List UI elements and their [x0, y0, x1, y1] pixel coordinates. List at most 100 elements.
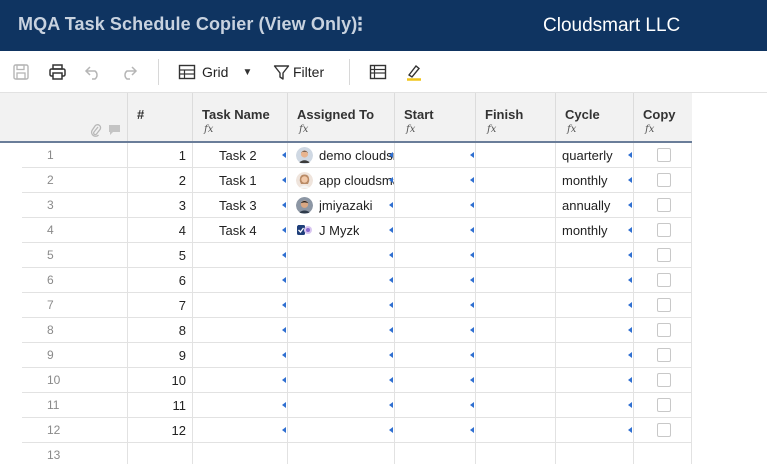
column-header-copy[interactable]: Copy fx: [633, 93, 692, 141]
row-number[interactable]: 9: [22, 343, 128, 367]
cell-start[interactable]: [394, 193, 475, 217]
cell-cycle[interactable]: [555, 418, 633, 442]
cell-start[interactable]: [394, 293, 475, 317]
cell-hash[interactable]: 1: [127, 143, 192, 167]
cell-cycle[interactable]: [555, 318, 633, 342]
sheet-title[interactable]: MQA Task Schedule Copier (View Only): [18, 14, 357, 35]
cell-finish[interactable]: [475, 443, 555, 464]
cell-copy[interactable]: [633, 193, 692, 217]
cell-finish[interactable]: [475, 318, 555, 342]
cell-start[interactable]: [394, 268, 475, 292]
table-row[interactable]: 4 4 Task 4 J Myzk monthly: [22, 218, 692, 243]
cell-finish[interactable]: [475, 143, 555, 167]
table-row[interactable]: 11 11: [22, 393, 692, 418]
cell-assigned-to[interactable]: [287, 393, 394, 417]
cell-assigned-to[interactable]: J Myzk: [287, 218, 394, 242]
cell-start[interactable]: [394, 368, 475, 392]
card-view-icon[interactable]: [369, 61, 387, 83]
row-number[interactable]: 12: [22, 418, 128, 442]
column-header-start[interactable]: Start fx: [394, 93, 475, 141]
cell-finish[interactable]: [475, 268, 555, 292]
cell-copy[interactable]: [633, 418, 692, 442]
cell-assigned-to[interactable]: [287, 243, 394, 267]
row-number[interactable]: 1: [22, 143, 128, 167]
cell-start[interactable]: [394, 443, 475, 464]
table-row[interactable]: 11 Task 2 demo cloudsmart quarterly: [22, 143, 692, 168]
column-header-task-name[interactable]: Task Name fx: [192, 93, 287, 141]
cell-hash[interactable]: 11: [127, 393, 192, 417]
table-row[interactable]: 13: [22, 443, 692, 464]
copy-checkbox[interactable]: [657, 173, 671, 187]
grid-view-button[interactable]: Grid ▼: [178, 61, 252, 83]
cell-task-name[interactable]: [192, 268, 287, 292]
cell-assigned-to[interactable]: [287, 343, 394, 367]
row-number[interactable]: 6: [22, 268, 128, 292]
table-row[interactable]: 22 Task 1 app cloudsmart monthly: [22, 168, 692, 193]
cell-task-name[interactable]: [192, 243, 287, 267]
cell-copy[interactable]: [633, 393, 692, 417]
cell-task-name[interactable]: Task 3: [192, 193, 287, 217]
cell-task-name[interactable]: Task 2: [192, 143, 287, 167]
cell-assigned-to[interactable]: demo cloudsmart: [287, 143, 394, 167]
cell-copy[interactable]: [633, 268, 692, 292]
cell-cycle[interactable]: [555, 368, 633, 392]
table-row[interactable]: 66: [22, 268, 692, 293]
cell-task-name[interactable]: [192, 293, 287, 317]
cell-cycle[interactable]: monthly: [555, 168, 633, 192]
column-header-finish[interactable]: Finish fx: [475, 93, 555, 141]
cell-cycle[interactable]: [555, 443, 633, 464]
copy-checkbox[interactable]: [657, 223, 671, 237]
cell-finish[interactable]: [475, 368, 555, 392]
cell-assigned-to[interactable]: [287, 443, 394, 464]
cell-copy[interactable]: [633, 368, 692, 392]
cell-start[interactable]: [394, 218, 475, 242]
cell-task-name[interactable]: [192, 318, 287, 342]
cell-cycle[interactable]: [555, 343, 633, 367]
cell-start[interactable]: [394, 318, 475, 342]
copy-checkbox[interactable]: [657, 248, 671, 262]
row-number[interactable]: 5: [22, 243, 128, 267]
cell-cycle[interactable]: annually: [555, 193, 633, 217]
cell-hash[interactable]: 8: [127, 318, 192, 342]
cell-finish[interactable]: [475, 343, 555, 367]
cell-hash[interactable]: 6: [127, 268, 192, 292]
cell-hash[interactable]: 5: [127, 243, 192, 267]
cell-task-name[interactable]: Task 1: [192, 168, 287, 192]
highlight-icon[interactable]: [405, 61, 423, 83]
cell-task-name[interactable]: [192, 343, 287, 367]
cell-hash[interactable]: 9: [127, 343, 192, 367]
cell-assigned-to[interactable]: [287, 368, 394, 392]
cell-hash[interactable]: 2: [127, 168, 192, 192]
cell-cycle[interactable]: monthly: [555, 218, 633, 242]
chevron-down-icon[interactable]: ▼: [242, 67, 252, 78]
sheet-menu-icon[interactable]: ⋮: [351, 14, 369, 35]
column-header-assigned-to[interactable]: Assigned To fx: [287, 93, 394, 141]
copy-checkbox[interactable]: [657, 148, 671, 162]
filter-button[interactable]: Filter: [273, 61, 324, 83]
cell-finish[interactable]: [475, 243, 555, 267]
row-number[interactable]: 7: [22, 293, 128, 317]
cell-hash[interactable]: 10: [127, 368, 192, 392]
cell-cycle[interactable]: [555, 243, 633, 267]
copy-checkbox[interactable]: [657, 298, 671, 312]
cell-start[interactable]: [394, 418, 475, 442]
row-number[interactable]: 4: [22, 218, 128, 242]
cell-task-name[interactable]: [192, 368, 287, 392]
cell-task-name[interactable]: [192, 393, 287, 417]
cell-hash[interactable]: 12: [127, 418, 192, 442]
cell-cycle[interactable]: [555, 268, 633, 292]
row-number[interactable]: 13: [22, 443, 128, 464]
save-icon[interactable]: [12, 61, 30, 83]
cell-cycle[interactable]: quarterly: [555, 143, 633, 167]
cell-finish[interactable]: [475, 168, 555, 192]
cell-copy[interactable]: [633, 168, 692, 192]
cell-task-name[interactable]: Task 4: [192, 218, 287, 242]
cell-assigned-to[interactable]: app cloudsmart: [287, 168, 394, 192]
cell-hash[interactable]: 4: [127, 218, 192, 242]
cell-hash[interactable]: 7: [127, 293, 192, 317]
cell-task-name[interactable]: [192, 443, 287, 464]
cell-copy[interactable]: [633, 143, 692, 167]
cell-start[interactable]: [394, 343, 475, 367]
column-header-hash[interactable]: #: [127, 93, 192, 141]
cell-start[interactable]: [394, 243, 475, 267]
